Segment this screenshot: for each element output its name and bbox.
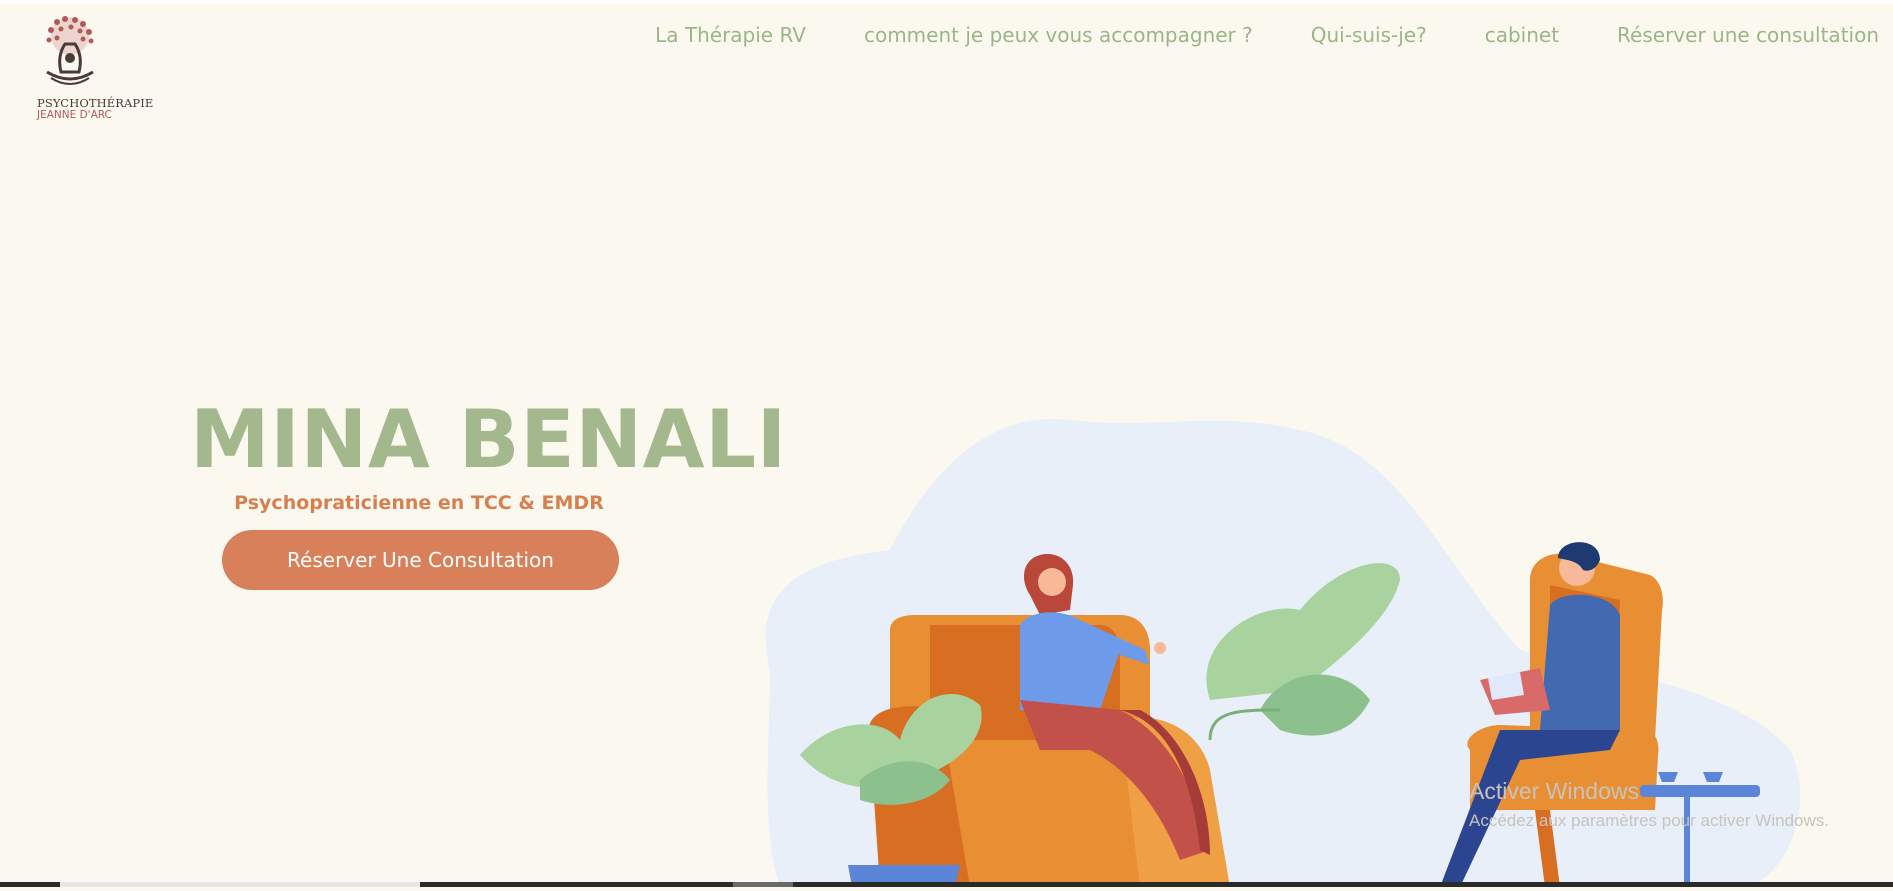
taskbar-item[interactable] <box>60 882 420 887</box>
taskbar-item-active[interactable] <box>733 882 793 887</box>
nav-item-reserver[interactable]: Réserver une consultation <box>1617 23 1879 47</box>
nav-item-qui-suis-je[interactable]: Qui-suis-je? <box>1311 23 1427 47</box>
top-edge <box>0 0 1893 4</box>
watermark-subtitle: Accédez aux paramètres pour activer Wind… <box>1469 811 1829 830</box>
logo-subtitle: JEANNE D'ARC <box>37 109 112 121</box>
tree-logo-icon <box>46 16 94 85</box>
hero-subtitle: Psychopraticienne en TCC & EMDR <box>234 492 604 514</box>
logo-title: PSYCHOTHÉRAPIE <box>37 96 154 110</box>
nav-item-accompagner[interactable]: comment je peux vous accompagner ? <box>864 23 1253 47</box>
book-consultation-button[interactable]: Réserver Une Consultation <box>222 530 619 590</box>
nav-item-cabinet[interactable]: cabinet <box>1485 23 1559 47</box>
nav-item-therapie-rv[interactable]: La Thérapie RV <box>655 23 806 47</box>
windows-activation-watermark: Activer Windows Accédez aux paramètres p… <box>1469 778 1829 831</box>
watermark-title: Activer Windows <box>1469 778 1639 804</box>
main-nav: La Thérapie RV comment je peux vous acco… <box>655 20 1879 50</box>
hero-name: MINA BENALI <box>190 393 787 486</box>
site-logo[interactable]: PSYCHOTHÉRAPIE JEANNE D'ARC <box>30 14 154 124</box>
